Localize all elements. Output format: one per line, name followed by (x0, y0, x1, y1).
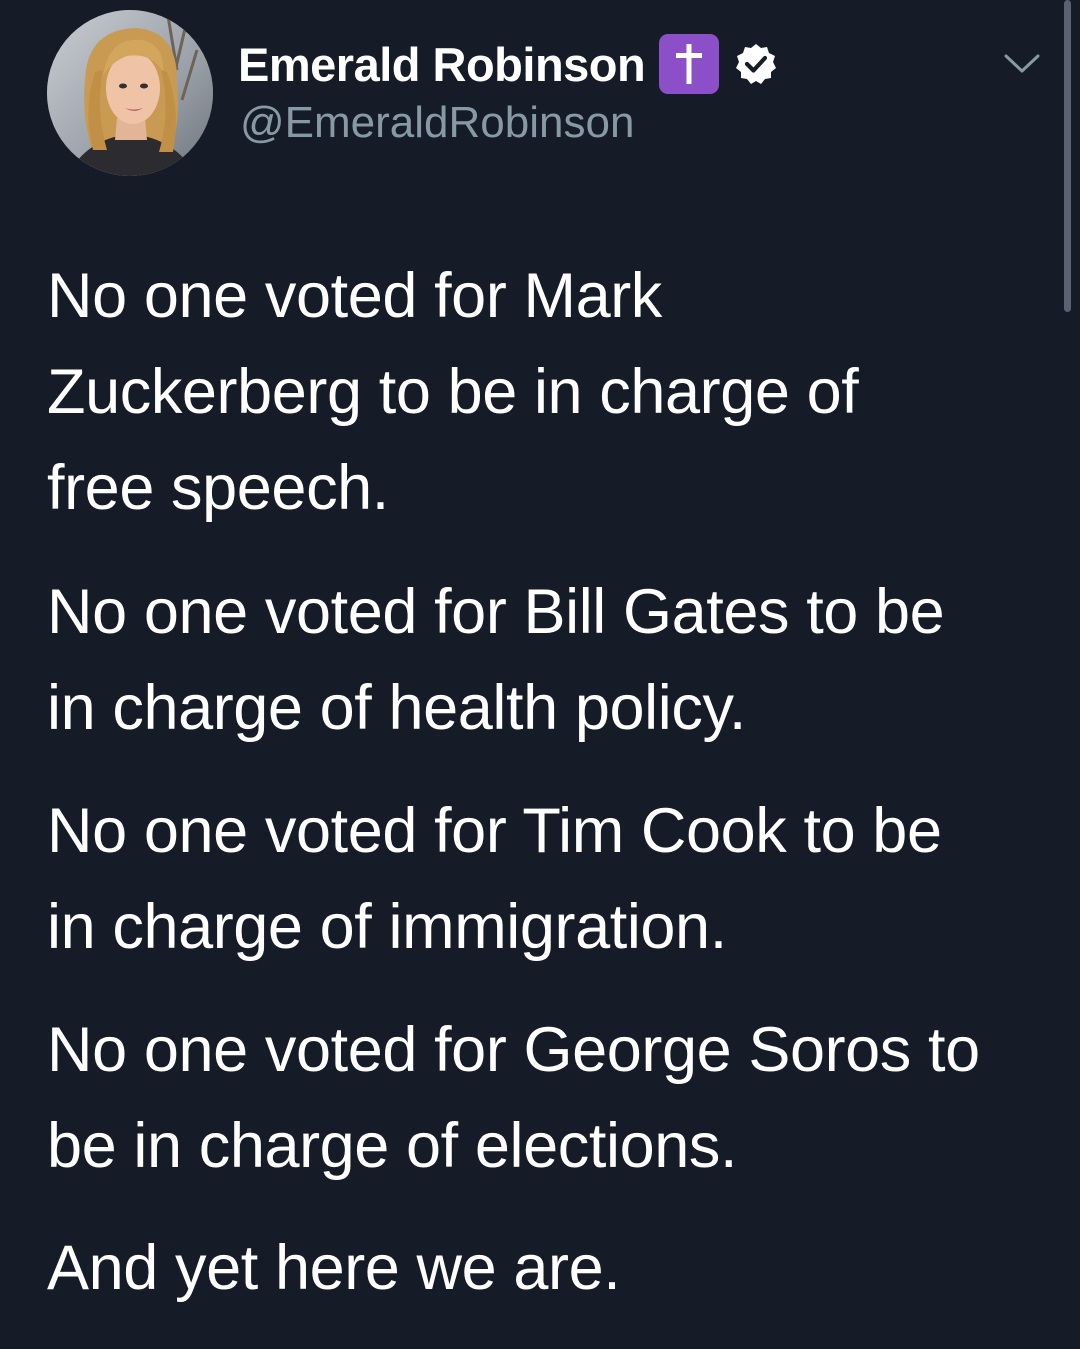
verified-icon (734, 42, 778, 86)
avatar-photo (47, 10, 213, 176)
name-row: Emerald Robinson (238, 34, 778, 94)
tweet-paragraph: No one voted for George Soros to be in c… (47, 1015, 980, 1181)
user-handle[interactable]: @EmeraldRobinson (240, 98, 634, 148)
latin-cross-icon (659, 34, 720, 94)
tweet: Emerald Robinson @EmeraldRobinson No one… (0, 0, 1080, 1349)
chevron-down-icon[interactable] (1003, 52, 1041, 76)
tweet-paragraph: No one voted for Mark Zuckerberg to be i… (47, 261, 859, 523)
tweet-paragraph: No one voted for Bill Gates to be in cha… (47, 577, 945, 743)
avatar[interactable] (47, 10, 213, 176)
tweet-paragraph: No one voted for Tim Cook to be in charg… (47, 796, 942, 962)
scrollbar[interactable] (1064, 0, 1071, 312)
tweet-paragraph: And yet here we are. (47, 1233, 621, 1303)
display-name[interactable]: Emerald Robinson (238, 37, 646, 92)
